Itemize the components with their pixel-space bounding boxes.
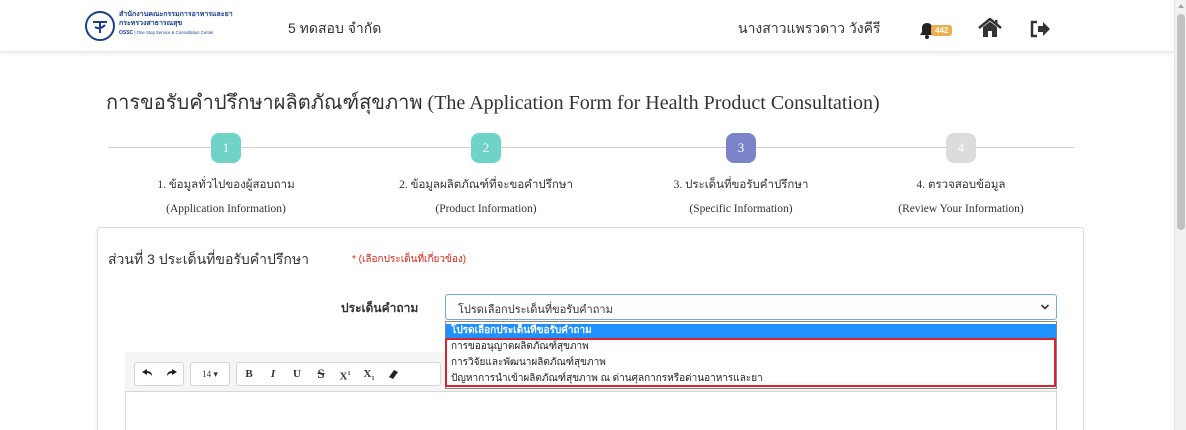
- org-name-line2: กระทรวงสาธารณสุข: [119, 20, 183, 27]
- top-navbar: สำนักงานคณะกรรมการอาหารและยา กระทรวงสาธา…: [0, 0, 1174, 52]
- step-2-label: 2. ข้อมูลผลิตภัณฑ์ที่จะขอคำปรึกษา: [399, 179, 573, 191]
- page-frame: สำนักงานคณะกรรมการอาหารและยา กระทรวงสาธา…: [0, 0, 1186, 430]
- step-3-label: 3. ประเด็นที่ขอรับคำปรึกษา: [673, 179, 809, 191]
- step-1-label: 1. ข้อมูลทั่วไปของผู้สอบถาม: [157, 179, 295, 191]
- stepper-line: [108, 147, 1074, 148]
- eraser-icon[interactable]: [381, 363, 405, 385]
- scroll-thumb[interactable]: [1177, 14, 1185, 230]
- question-label: ประเด็นคำถาม: [341, 301, 419, 315]
- step-1-circle: 1: [211, 133, 241, 163]
- font-size-select[interactable]: 14 ▾: [190, 362, 230, 386]
- superscript-button[interactable]: X1: [333, 363, 357, 385]
- org-name-line1: สำนักงานคณะกรรมการอาหารและยา: [119, 11, 233, 18]
- org-ossc-label: OSSC: [119, 30, 134, 36]
- strikethrough-button[interactable]: S: [309, 363, 333, 385]
- step-1-sublabel: (Application Information): [166, 203, 286, 215]
- user-name[interactable]: นางสาวแพรวดาว วังคีรี: [738, 18, 880, 40]
- options-highlight-box: [445, 338, 1056, 387]
- select-current-value: โปรดเลือกประเด็นที่ขอรับคำถาม: [458, 304, 613, 316]
- scroll-up-arrow-icon[interactable]: [1178, 4, 1184, 8]
- step-2-sublabel: (Product Information): [435, 203, 537, 215]
- dropdown-option-placeholder[interactable]: โปรดเลือกประเด็นที่ขอรับคำถาม: [446, 324, 1056, 338]
- page-scrollbar[interactable]: [1174, 0, 1186, 430]
- question-topic-select[interactable]: โปรดเลือกประเด็นที่ขอรับคำถาม: [445, 294, 1057, 320]
- org-name-line3: OSSC | One Stop Service & Consultation C…: [119, 28, 279, 38]
- step-4-sublabel: (Review Your Information): [898, 203, 1024, 215]
- chevron-down-icon: [1040, 304, 1050, 310]
- org-name: สำนักงานคณะกรรมการอาหารและยา กระทรวงสาธา…: [119, 10, 279, 38]
- step-4-circle: 4: [946, 133, 976, 163]
- history-button-group: [134, 362, 184, 386]
- page-title: การขอรับคำปรึกษาผลิตภัณฑ์สุขภาพ (The App…: [106, 92, 880, 114]
- undo-icon[interactable]: [135, 363, 159, 385]
- format-button-group: B I U S X1 X1: [236, 362, 441, 386]
- section-hint: * (เลือกประเด็นที่เกี่ยวข้อง): [352, 254, 467, 265]
- underline-button[interactable]: U: [285, 363, 309, 385]
- notification-count-badge[interactable]: 442: [931, 25, 953, 36]
- fda-logo[interactable]: [85, 11, 115, 41]
- section-title: ส่วนที่ 3 ประเด็นที่ขอรับคำปรึกษา: [108, 251, 309, 267]
- sign-out-icon[interactable]: [1029, 19, 1051, 39]
- step-3-sublabel: (Specific Information): [689, 203, 793, 215]
- italic-button[interactable]: I: [261, 363, 285, 385]
- font-size-number: 14: [202, 369, 212, 379]
- bold-button[interactable]: B: [237, 363, 261, 385]
- org-ossc-desc: | One Stop Service & Consultation Center: [133, 30, 214, 35]
- subscript-button[interactable]: X1: [357, 363, 381, 385]
- company-name: 5 ทดสอบ จำกัด: [288, 20, 382, 36]
- step-2-circle: 2: [471, 133, 501, 163]
- redo-icon[interactable]: [160, 363, 184, 385]
- home-icon[interactable]: [977, 17, 1003, 39]
- step-3-circle: 3: [726, 133, 756, 163]
- font-size-value: 14 ▾: [202, 369, 218, 379]
- step-4-label: 4. ตรวจสอบข้อมูล: [916, 179, 1006, 191]
- logo-mark-icon: [93, 21, 107, 33]
